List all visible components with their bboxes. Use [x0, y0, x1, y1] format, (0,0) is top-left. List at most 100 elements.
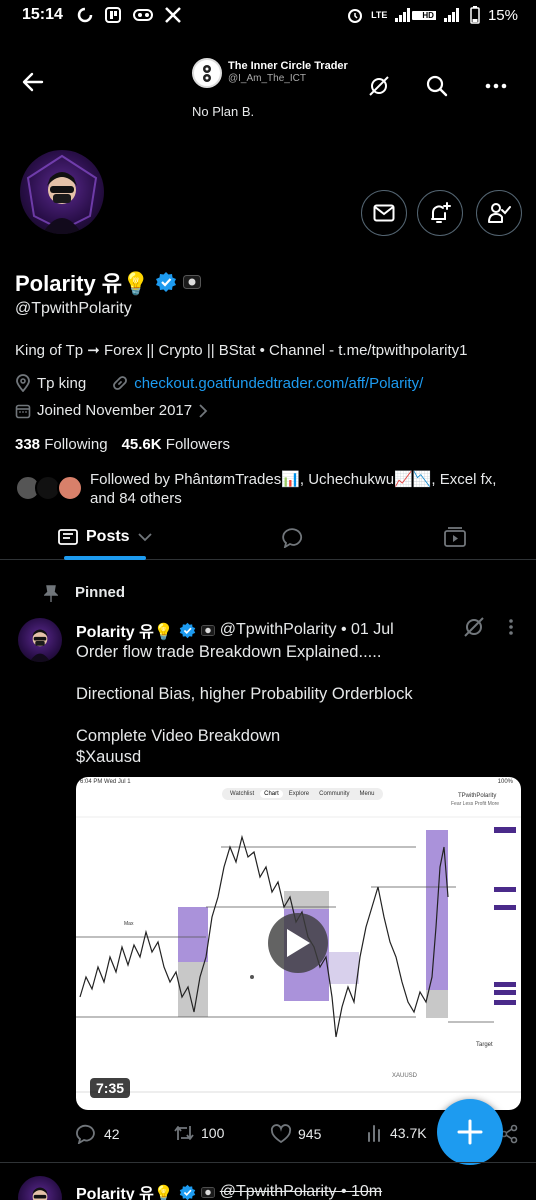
post-author-avatar[interactable] [18, 618, 62, 662]
followed-by-avatars[interactable] [15, 475, 89, 505]
post-paragraph: Order flow trade Breakdown Explained....… [76, 643, 382, 661]
repost-button[interactable]: 100 [173, 1124, 224, 1142]
price-tag [494, 990, 516, 995]
post-handle-time: @TpwithPolarity • 01 Jul [219, 621, 394, 638]
plus-icon [457, 1119, 483, 1145]
message-button[interactable] [361, 190, 407, 236]
chart-title: TPwithPolarity [458, 793, 497, 799]
profile-avatar[interactable] [20, 150, 104, 234]
views-button[interactable]: 43.7K [366, 1124, 427, 1142]
status-time: 15:14 [22, 6, 63, 23]
price-tag [494, 827, 516, 833]
sync-icon [77, 7, 93, 23]
video-duration: 7:35 [90, 1078, 131, 1098]
reply-tab-icon [282, 528, 303, 549]
ict-name: The Inner Circle Trader [228, 60, 348, 72]
ict-avatar[interactable] [192, 58, 222, 88]
post-author-name[interactable]: Polarity 유💡 [76, 618, 174, 642]
post-header: Polarity 유💡 @TpwithPolarity • 01 Jul [76, 618, 394, 642]
more-options-button[interactable] [478, 68, 514, 104]
post-paragraph: Complete Video Breakdown $Xauusd [76, 727, 281, 766]
next-post-header: Polarity 유💡 @TpwithPolarity • 10m [76, 1180, 382, 1200]
reply-count: 42 [104, 1126, 120, 1142]
play-button[interactable] [268, 913, 328, 973]
post-handle-time: @TpwithPolarity • 10m [219, 1183, 383, 1200]
pin-icon [44, 585, 58, 602]
reply-button[interactable]: 42 [76, 1124, 120, 1144]
chevron-right-icon[interactable] [198, 403, 208, 418]
post-grok-button[interactable] [463, 616, 485, 643]
profile-website-link[interactable]: checkout.goatfundedtrader.com/aff/Polari… [134, 375, 423, 392]
search-button[interactable] [419, 68, 455, 104]
followers-link[interactable]: 45.6K Followers [122, 436, 230, 453]
affiliate-badge-icon[interactable] [183, 275, 202, 289]
avatar-hacker-icon [32, 1187, 48, 1200]
following-button[interactable] [476, 190, 522, 236]
verified-badge-icon[interactable] [155, 271, 177, 293]
avatar-hacker-icon [26, 154, 98, 234]
repost-count: 100 [201, 1125, 225, 1141]
tab-media[interactable] [443, 526, 467, 553]
chart-tab: Explore [288, 791, 310, 797]
chart-symbol: XAUUSD [392, 1073, 418, 1079]
tab-posts-label: Posts [86, 528, 130, 545]
calendar-icon [15, 404, 31, 418]
grok-button[interactable] [361, 68, 397, 104]
order-block-zone [178, 907, 208, 962]
post-author-avatar[interactable] [18, 1176, 62, 1200]
verified-badge-icon [179, 622, 196, 638]
network-lte-label: LTE [371, 10, 388, 20]
profile-meta-row: Tp king checkout.goatfundedtrader.com/af… [15, 374, 423, 392]
grok-icon [369, 76, 389, 96]
tab-posts[interactable]: Posts [58, 528, 152, 546]
tab-replies[interactable] [282, 526, 306, 553]
notifications-button[interactable] [417, 190, 463, 236]
network-hd-label: HD [420, 10, 436, 20]
following-label: Following [44, 436, 108, 453]
profile-location: Tp king [37, 374, 87, 392]
compose-post-button[interactable] [437, 1099, 503, 1165]
chart-max-label: Max [124, 921, 134, 927]
profile-display-name: Polarity 유💡 [15, 266, 202, 298]
user-check-icon [488, 203, 511, 223]
ict-handle: @I_Am_The_ICT [228, 73, 306, 84]
followed-by-text[interactable]: Followed by PhântømTrades📊, Uchechukwu📈📉… [90, 470, 520, 508]
chart-tab: Menu [359, 791, 375, 797]
posts-tab-icon [58, 529, 78, 545]
system-icons: LTE HD 15% [347, 6, 518, 24]
post-author-name[interactable]: Polarity 유💡 [76, 1180, 174, 1200]
envelope-icon [373, 204, 395, 222]
like-button[interactable]: 945 [270, 1124, 321, 1144]
signal-icon-2 [443, 8, 459, 22]
following-link[interactable]: 338 Following [15, 436, 108, 453]
avatar-hacker-icon [29, 629, 51, 662]
status-bar: 15:14 LTE HD 15% [0, 0, 536, 32]
chart-tab: Community [319, 791, 350, 797]
play-icon [287, 929, 310, 957]
chart-app-tabs: Watchlist Chart Explore Community Menu [222, 788, 383, 800]
ict-logo-icon [203, 65, 211, 82]
affiliate-badge-icon [200, 624, 215, 636]
back-button[interactable] [22, 72, 58, 100]
chart-top-left: 6:04 PM Wed Jul 1 [80, 779, 131, 785]
search-icon [426, 75, 448, 97]
order-block-zone [329, 952, 359, 984]
header-tagline: No Plan B. [192, 104, 255, 119]
more-vertical-icon [509, 619, 513, 635]
reply-icon [76, 1124, 95, 1144]
post-divider [0, 1162, 536, 1163]
post-paragraph: Directional Bias, higher Probability Ord… [76, 685, 413, 703]
post-more-button[interactable] [508, 618, 514, 641]
post-video[interactable]: 6:04 PM Wed Jul 1 100% Watchlist Chart E… [76, 777, 521, 1110]
chart-tab: Watchlist [230, 791, 255, 797]
profile-handle: @TpwithPolarity [15, 300, 132, 317]
chart-battery: 100% [497, 779, 513, 785]
price-tag [494, 1000, 516, 1005]
grok-icon [464, 617, 484, 637]
x-logo-icon [165, 7, 181, 23]
battery-percent: 15% [487, 6, 518, 24]
profile-bio: King of Tp ➞ Forex || Crypto || BStat • … [15, 342, 468, 359]
price-tag [494, 887, 516, 892]
profile-joined-date: Joined November 2017 [37, 402, 193, 419]
following-count: 338 [15, 436, 41, 453]
